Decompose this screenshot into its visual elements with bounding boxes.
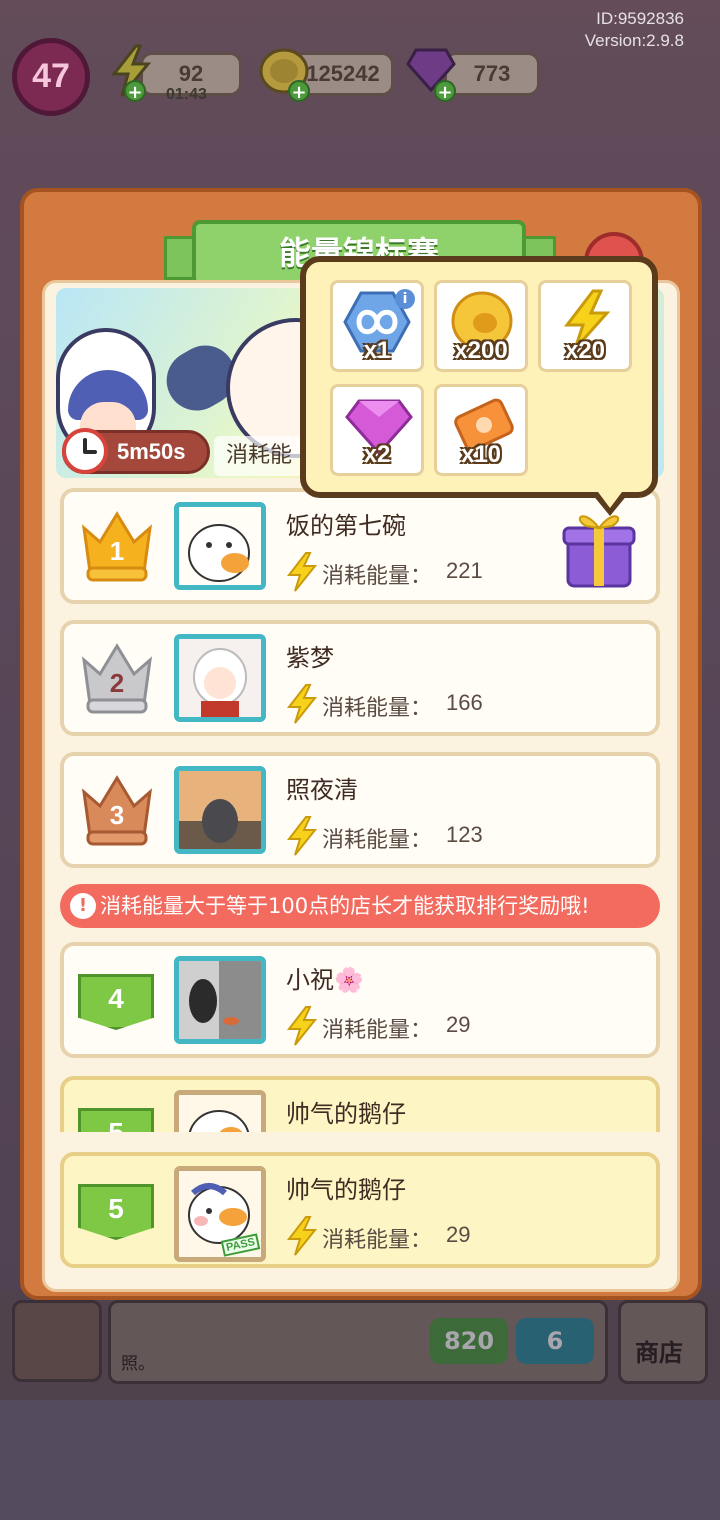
scroll-clip: 5 帅气的鹅仔	[60, 1076, 660, 1132]
leaderboard-row[interactable]: 5 帅气的鹅仔	[60, 1076, 660, 1132]
avatar	[174, 1090, 266, 1132]
reward-quantity: x20	[564, 337, 606, 364]
silver-crown-icon	[81, 643, 153, 714]
energy-value: 221	[446, 558, 483, 583]
rank-flag: 4	[78, 974, 154, 1030]
energy-bolt-icon	[286, 684, 318, 724]
player-name: 帅气的鹅仔	[286, 1100, 406, 1128]
energy-label: 消耗能量：	[322, 564, 433, 589]
reward-item[interactable]: x20	[538, 280, 632, 372]
energy-bolt-icon	[286, 1216, 318, 1256]
anime-avatar-icon	[179, 639, 261, 717]
energy-bolt-icon	[286, 1006, 318, 1046]
reward-item[interactable]: i x1	[330, 280, 424, 372]
reward-quantity: x2	[363, 441, 391, 468]
energy-label: 消耗能量：	[322, 1018, 433, 1043]
version-label: Version:2.9.8	[584, 31, 684, 50]
reward-quantity: x1	[363, 337, 391, 364]
warning-icon: !	[70, 893, 96, 919]
rank-flag: 5	[78, 1108, 154, 1132]
energy-label: 消耗能量：	[322, 1228, 433, 1253]
energy-label: 消耗能量：	[322, 696, 433, 721]
version-info: ID:9592836 Version:2.9.8	[585, 8, 684, 52]
energy-bolt-icon	[286, 816, 318, 856]
add-energy-button[interactable]: +	[124, 80, 146, 103]
energy-value: 166	[446, 690, 483, 715]
player-name: 饭的第七碗	[286, 512, 406, 540]
level-badge[interactable]: 47	[12, 38, 90, 116]
energy-value: 29	[446, 1222, 471, 1247]
info-icon[interactable]: i	[395, 289, 415, 309]
energy-bolt-icon	[286, 552, 318, 592]
my-rank-row[interactable]: 5 PASS 帅气的鹅仔 消耗能量： 29	[60, 1152, 660, 1268]
duck-avatar-icon	[179, 1095, 261, 1132]
reward-notice: 消耗能量大于等于100点的店长才能获取排行奖励哦!	[60, 884, 660, 928]
leaderboard-row[interactable]: 4 小祝🌸 消耗能量： 29	[60, 942, 660, 1058]
leaderboard-row[interactable]: 2 紫梦 消耗能量： 166	[60, 620, 660, 736]
gift-box-icon[interactable]	[562, 504, 636, 590]
bronze-crown-icon	[81, 775, 153, 846]
reward-popup: i x1 x200 x20 x2 x10	[300, 256, 658, 498]
reward-item[interactable]: x200	[434, 280, 528, 372]
reward-quantity: x200	[454, 337, 508, 364]
add-gem-button[interactable]: +	[434, 80, 456, 103]
player-name: 帅气的鹅仔	[286, 1176, 406, 1204]
avatar	[174, 502, 266, 590]
gem-counter[interactable]: 773	[444, 52, 540, 96]
avatar	[174, 766, 266, 854]
avatar	[174, 634, 266, 722]
energy-label: 消耗能量：	[322, 828, 433, 853]
leaderboard-row[interactable]: 3 照夜清 消耗能量： 123	[60, 752, 660, 868]
my-avatar: PASS	[174, 1166, 266, 1262]
add-coin-button[interactable]: +	[288, 80, 310, 103]
photo-avatar-icon	[179, 771, 261, 849]
energy-value: 123	[446, 822, 483, 847]
energy-value: 29	[446, 1012, 471, 1037]
duck-avatar-icon	[179, 507, 261, 585]
reward-quantity: x10	[460, 441, 502, 468]
popup-tail-inner	[598, 492, 622, 508]
player-name: 照夜清	[286, 776, 358, 804]
player-id: ID:9592836	[596, 9, 684, 28]
rank-flag: 5	[78, 1184, 154, 1240]
empty-lower-area	[0, 1400, 720, 1520]
avatar	[174, 956, 266, 1044]
player-name: 小祝🌸	[286, 966, 364, 994]
energy-timer: 01:43	[166, 86, 207, 103]
gold-crown-icon	[81, 511, 153, 582]
reward-item[interactable]: x2	[330, 384, 424, 476]
photo-avatar-icon	[179, 961, 261, 1039]
reward-item[interactable]: x10	[434, 384, 528, 476]
clock-icon	[62, 428, 108, 474]
player-name: 紫梦	[286, 644, 334, 672]
